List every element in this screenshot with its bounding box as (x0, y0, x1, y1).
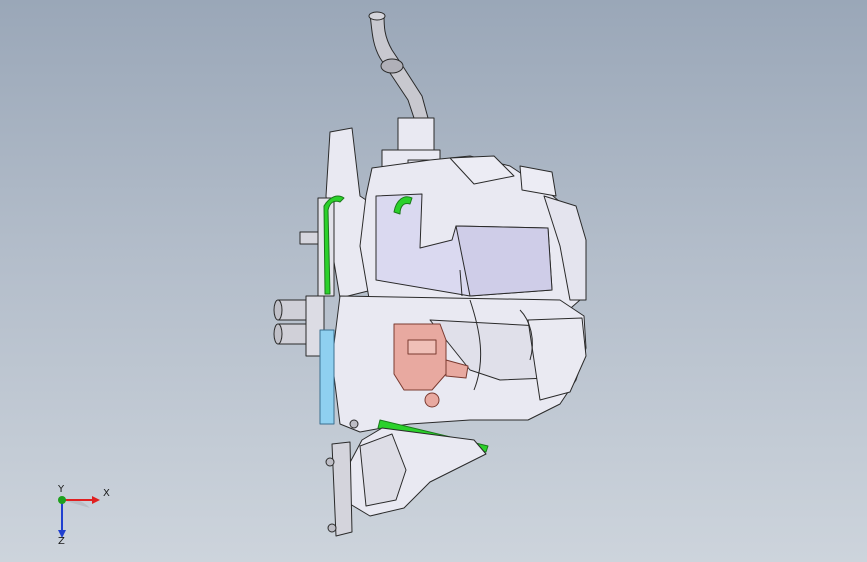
coordinate-triad: X Y Z (40, 478, 110, 548)
drain-tube[interactable] (368, 11, 429, 119)
pipe-stubs[interactable] (273, 295, 325, 357)
hvac-assembly-model[interactable] (0, 0, 867, 562)
z-axis-label: Z (58, 536, 65, 547)
x-axis-label: X (103, 488, 110, 499)
bottom-outlet-duct[interactable] (325, 419, 487, 537)
axis-triad-icon (58, 496, 100, 538)
y-axis-label: Y (58, 484, 65, 495)
filter-element[interactable] (319, 329, 335, 425)
graphics-viewport[interactable]: X Y Z (0, 0, 867, 562)
